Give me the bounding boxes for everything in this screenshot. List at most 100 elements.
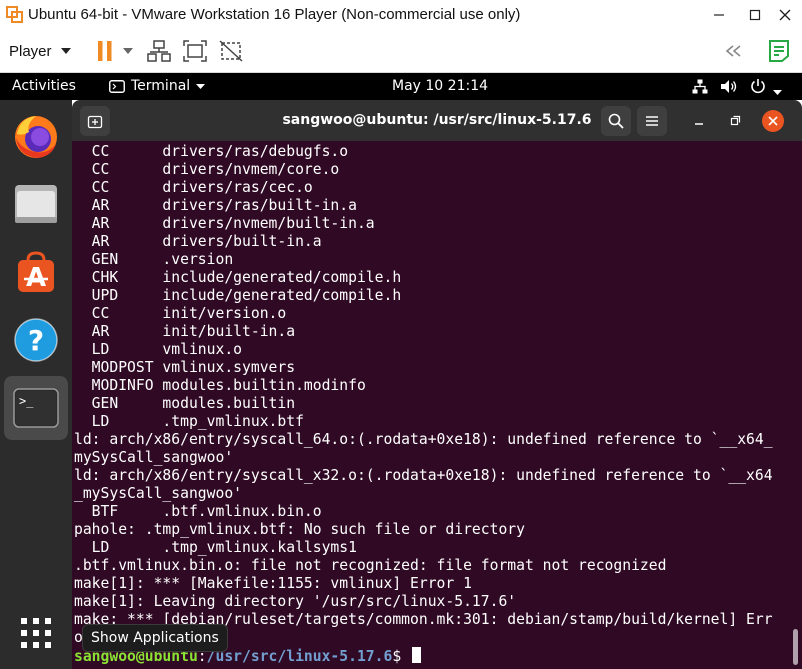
network-devices-icon [147,40,171,62]
vmware-toolbar: Player [0,30,802,73]
terminal-line: UPD include/generated/compile.h [74,287,402,304]
minimize-button[interactable] [704,2,734,28]
terminal-line: make[1]: Leaving directory '/usr/src/lin… [74,593,517,610]
minimize-icon [695,123,703,125]
terminal-header-bar: sangwoo@ubuntu: /usr/src/linux-5.17.6 [72,100,802,141]
chevron-down-icon [773,90,782,95]
network-wired-icon [692,79,708,94]
terminal-line: ld: arch/x86/entry/syscall_64.o:(.rodata… [74,431,773,448]
terminal-minimize-button[interactable] [684,106,714,136]
unity-disabled-icon [219,40,243,62]
terminal-line: mySysCall_sangwoo' [74,449,234,466]
terminal-app-menu[interactable]: Terminal [109,78,206,94]
fit-window-icon [183,40,207,62]
terminal-line: BTF .btf.vmlinux.bin.o [74,503,322,520]
volume-indicator[interactable] [720,79,738,98]
dock-help[interactable]: ? [4,308,68,372]
terminal-line: GEN .version [74,251,234,268]
terminal-line: CC drivers/nvmem/core.o [74,161,340,178]
unity-button[interactable] [218,38,244,64]
player-menu[interactable]: Player [9,39,71,63]
terminal-line: GEN modules.builtin [74,395,296,412]
send-ctrl-alt-del-button[interactable] [146,38,172,64]
app-menu-label: Terminal [131,78,191,94]
terminal-line: LD .tmp_vmlinux.kallsyms1 [74,539,357,556]
terminal-line: LD vmlinux.o [74,341,243,358]
minimize-icon [714,14,724,16]
firefox-icon [15,116,57,158]
terminal-line: make[1]: *** [Makefile:1155: vmlinux] Er… [74,575,472,592]
terminal-line: ld: arch/x86/entry/syscall_x32.o:(.rodat… [74,467,773,484]
dock-terminal[interactable]: >_ [4,376,68,440]
show-applications-tooltip: Show Applications [82,624,228,652]
window-title: Ubuntu 64-bit - VMware Workstation 16 Pl… [28,6,521,23]
search-button[interactable] [601,106,631,136]
terminal-line: CC drivers/ras/debugfs.o [74,143,349,160]
files-icon [15,185,57,223]
close-icon [768,116,778,126]
search-icon [608,113,624,129]
fit-guest-button[interactable] [182,38,208,64]
terminal-line: _mySysCall_sangwoo' [74,485,243,502]
terminal-close-button[interactable] [762,110,784,132]
system-menu[interactable] [750,78,766,98]
close-window-button[interactable] [770,2,800,28]
hamburger-icon [646,116,658,126]
maximize-icon [749,9,761,21]
volume-icon [721,80,737,93]
terminal-restore-button[interactable] [720,106,750,136]
svg-text:?: ? [28,324,44,357]
terminal-line: MODPOST vmlinux.symvers [74,359,296,376]
power-icon [751,79,765,94]
app-grid-icon [21,618,51,648]
close-icon [779,9,791,21]
terminal-line: .btf.vmlinux.bin.o: file not recognized:… [74,557,667,574]
chevron-down-icon [60,48,71,54]
terminal-line: AR drivers/built-in.a [74,233,322,250]
prompt-path: /usr/src/linux-5.17.6 [206,648,393,665]
terminal-output: CC drivers/ras/debugfs.o CC drivers/nvme… [74,143,786,665]
terminal-line: pahole: .tmp_vmlinux.btf: No such file o… [74,521,525,538]
maximize-button[interactable] [740,2,770,28]
terminal-line: CC drivers/ras/cec.o [74,179,313,196]
show-applications-button[interactable] [4,601,68,665]
vmware-logo-icon [6,6,23,23]
player-menu-label: Player [9,42,52,60]
chevron-down-icon [123,48,133,54]
terminal-icon: >_ [13,388,59,428]
double-chevron-left-icon [725,45,741,57]
ubuntu-dock: A ? >_ [0,100,72,669]
pause-icon [98,41,112,61]
network-indicator[interactable] [692,79,708,98]
restore-icon [730,115,741,126]
terminal-line: CHK include/generated/compile.h [74,269,402,286]
dock-files[interactable] [4,172,68,236]
system-menu-dropdown[interactable] [773,83,782,99]
activities-button[interactable]: Activities [12,78,76,94]
text-cursor [412,647,422,663]
message-log-button[interactable] [766,38,792,64]
terminal-line: LD .tmp_vmlinux.btf [74,413,304,430]
dock-firefox[interactable] [4,104,68,168]
collapse-toolbar-button[interactable] [722,38,748,64]
clock[interactable]: May 10 21:14 [392,78,488,94]
terminal-scrollbar[interactable] [793,629,798,665]
vmware-title-bar: Ubuntu 64-bit - VMware Workstation 16 Pl… [0,0,802,31]
chevron-down-icon [196,83,206,89]
ubuntu-top-panel: Activities Terminal May 10 21:14 [0,73,802,100]
terminal-small-icon [109,79,125,93]
terminal-line: AR drivers/ras/built-in.a [74,197,357,214]
terminal-line: CC init/version.o [74,305,287,322]
svg-text:>_: >_ [19,394,34,408]
hamburger-menu-button[interactable] [637,106,667,136]
prompt-symbol: $ [392,648,411,665]
terminal-line: AR init/built-in.a [74,323,296,340]
help-icon: ? [14,318,58,362]
pause-options-dropdown[interactable] [118,38,138,64]
pause-button[interactable] [92,38,118,64]
dock-software[interactable]: A [4,240,68,304]
software-icon: A [18,251,54,293]
terminal-line: MODINFO modules.builtin.modinfo [74,377,366,394]
terminal-body[interactable]: CC drivers/ras/debugfs.o CC drivers/nvme… [72,141,802,669]
terminal-line: AR drivers/nvmem/built-in.a [74,215,375,232]
